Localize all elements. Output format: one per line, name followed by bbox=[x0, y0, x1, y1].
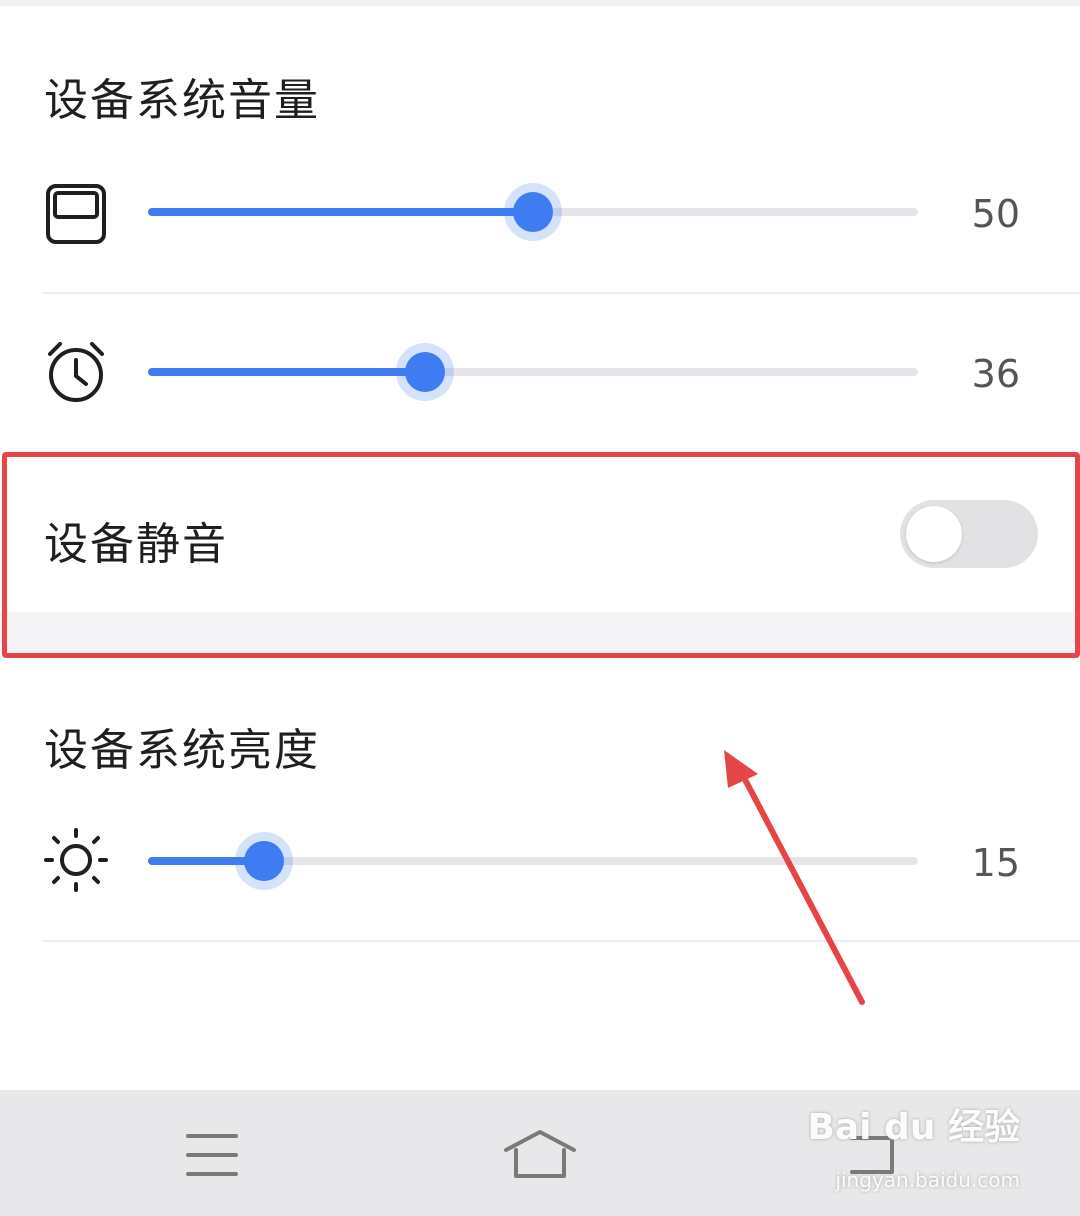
watermark-url: jingyan.baidu.com bbox=[835, 1168, 1020, 1192]
brightness-thumb[interactable] bbox=[235, 832, 293, 890]
watermark-logo: Bai du 经验 bbox=[807, 1107, 1020, 1148]
top-divider bbox=[0, 0, 1080, 6]
home-icon[interactable] bbox=[500, 1120, 580, 1190]
media-screen-icon bbox=[44, 182, 108, 246]
alarm-clock-icon bbox=[44, 340, 108, 404]
alarm-volume-slider[interactable] bbox=[148, 343, 918, 401]
volume-section-title: 设备系统音量 bbox=[44, 75, 320, 126]
brightness-value: 15 bbox=[971, 841, 1020, 885]
brightness-section-title: 设备系统亮度 bbox=[44, 725, 320, 776]
divider bbox=[42, 940, 1080, 942]
sun-icon bbox=[44, 828, 108, 892]
menu-icon[interactable] bbox=[172, 1120, 252, 1190]
media-volume-value: 50 bbox=[971, 192, 1020, 236]
alarm-volume-fill bbox=[148, 368, 425, 376]
media-volume-slider[interactable] bbox=[148, 183, 918, 241]
annotation-highlight-box bbox=[2, 452, 1080, 658]
alarm-volume-thumb[interactable] bbox=[396, 343, 454, 401]
alarm-volume-value: 36 bbox=[971, 352, 1020, 396]
media-volume-thumb[interactable] bbox=[504, 183, 562, 241]
annotation-arrow-icon bbox=[724, 750, 865, 1005]
media-volume-fill bbox=[148, 208, 533, 216]
